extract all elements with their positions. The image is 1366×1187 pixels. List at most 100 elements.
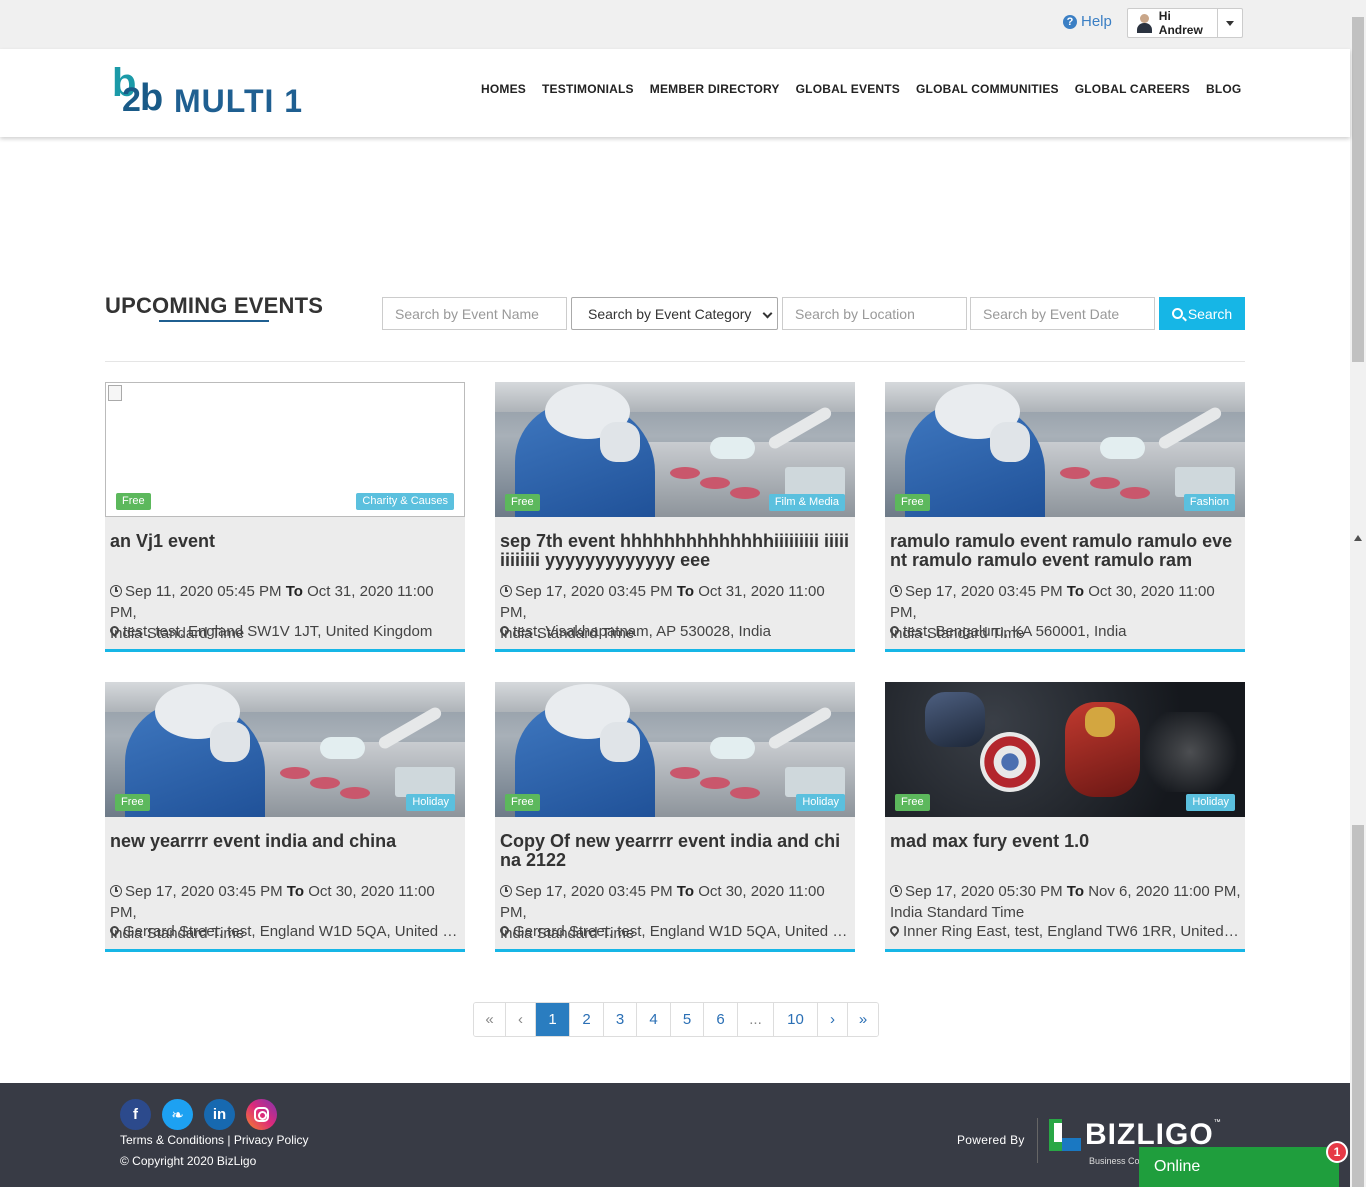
- scroll-thumb[interactable]: [1352, 17, 1364, 362]
- page-next-button[interactable]: ›: [818, 1003, 848, 1036]
- event-title[interactable]: Copy Of new yearrrr event india and chin…: [500, 832, 850, 870]
- page-5-button[interactable]: 5: [671, 1003, 704, 1036]
- event-card[interactable]: Free Holiday mad max fury event 1.0 Sep 17,…: [885, 682, 1245, 952]
- logo-text: MULTI 1: [174, 83, 304, 119]
- user-menu[interactable]: Hi Andrew: [1127, 8, 1243, 38]
- event-image[interactable]: Free Holiday: [105, 682, 465, 817]
- event-date-separator: To: [676, 583, 695, 600]
- terms-link[interactable]: Terms & Conditions: [120, 1133, 224, 1147]
- page-scrollbar[interactable]: [1350, 0, 1366, 1187]
- price-badge: Free: [115, 794, 150, 811]
- page-1-button[interactable]: 1: [536, 1003, 570, 1036]
- user-menu-toggle[interactable]: [1218, 20, 1242, 26]
- nav-global-events[interactable]: GLOBAL EVENTS: [788, 82, 908, 96]
- event-category-selected: Search by Event Category: [588, 305, 752, 322]
- footer-separator: [1037, 1118, 1038, 1163]
- nav-member-directory[interactable]: MEMBER DIRECTORY: [642, 82, 788, 96]
- facebook-icon[interactable]: f: [120, 1099, 151, 1130]
- event-location-text: test, test, England SW1V 1JT, United Kin…: [123, 623, 433, 640]
- event-image[interactable]: Free Holiday: [495, 682, 855, 817]
- event-start: Sep 17, 2020 03:45 PM: [515, 583, 673, 600]
- site-logo[interactable]: b2b MULTI 1: [112, 63, 303, 119]
- page-4-button[interactable]: 4: [637, 1003, 671, 1036]
- event-location-text: Gerrard Street, test, England W1D 5QA, U…: [513, 923, 852, 940]
- event-title[interactable]: new yearrrr event india and china: [110, 832, 460, 851]
- page-prev-button[interactable]: ‹: [506, 1003, 536, 1036]
- search-button[interactable]: Search: [1159, 297, 1245, 330]
- privacy-link[interactable]: Privacy Policy: [234, 1133, 309, 1147]
- user-menu-button[interactable]: Hi Andrew: [1128, 9, 1218, 37]
- category-badge: Holiday: [406, 794, 455, 811]
- page-3-button[interactable]: 3: [604, 1003, 637, 1036]
- site-header: b2b MULTI 1 HOMES TESTIMONIALS MEMBER DI…: [0, 49, 1350, 137]
- event-location: test, Visakhapatnam, AP 530028, India: [500, 623, 852, 641]
- page-2-button[interactable]: 2: [570, 1003, 604, 1036]
- event-title[interactable]: mad max fury event 1.0: [890, 832, 1240, 851]
- divider: [105, 361, 1245, 362]
- event-end: Nov 6, 2020 11:00 PM,: [1088, 883, 1241, 900]
- category-badge: Holiday: [1186, 794, 1235, 811]
- map-pin-icon: [890, 624, 901, 637]
- map-pin-icon: [890, 924, 901, 937]
- clock-icon: [500, 585, 512, 597]
- page-last-button[interactable]: »: [848, 1003, 878, 1036]
- event-timezone: India Standard Time: [890, 904, 1025, 921]
- nav-blog[interactable]: BLOG: [1198, 82, 1249, 96]
- notification-badge: 1: [1326, 1141, 1348, 1163]
- map-pin-icon: [500, 924, 511, 937]
- event-image[interactable]: Free Fashion: [885, 382, 1245, 517]
- page-first-button[interactable]: «: [474, 1003, 506, 1036]
- map-pin-icon: [110, 624, 121, 637]
- nav-global-careers[interactable]: GLOBAL CAREERS: [1067, 82, 1198, 96]
- powered-by-label: Powered By: [957, 1133, 1025, 1147]
- nav-global-communities[interactable]: GLOBAL COMMUNITIES: [908, 82, 1067, 96]
- event-image[interactable]: Free Holiday: [885, 682, 1245, 817]
- user-greeting: Hi Andrew: [1158, 9, 1203, 37]
- event-image[interactable]: Free Charity & Causes: [105, 382, 465, 517]
- price-badge: Free: [116, 493, 151, 510]
- event-card[interactable]: Free Holiday Copy Of new yearrrr event ind…: [495, 682, 855, 952]
- title-underline: [159, 320, 269, 322]
- map-pin-icon: [500, 624, 511, 637]
- twitter-icon[interactable]: ❧: [162, 1099, 193, 1130]
- event-location-text: test, Bengaluru, KA 560001, India: [903, 623, 1127, 640]
- event-title[interactable]: an Vj1 event: [110, 532, 460, 551]
- event-location: test, Bengaluru, KA 560001, India: [890, 623, 1242, 641]
- page-10-button[interactable]: 10: [774, 1003, 818, 1036]
- event-card[interactable]: Free Fashion ramulo ramulo event ramulo ra…: [885, 382, 1245, 652]
- category-badge: Holiday: [796, 794, 845, 811]
- event-title[interactable]: sep 7th event hhhhhhhhhhhhhhiiiiiiiii ii…: [500, 532, 850, 570]
- scroll-thumb-lower[interactable]: [1352, 825, 1364, 1187]
- page-6-button[interactable]: 6: [704, 1003, 738, 1036]
- category-badge: Charity & Causes: [356, 493, 454, 510]
- question-circle-icon: ?: [1063, 14, 1077, 29]
- event-image[interactable]: Free Film & Media: [495, 382, 855, 517]
- event-name-search-input[interactable]: [382, 297, 567, 330]
- chat-online-label: Online: [1154, 1158, 1201, 1175]
- event-date-separator: To: [1066, 583, 1085, 600]
- clock-icon: [890, 885, 902, 897]
- main-nav: HOMES TESTIMONIALS MEMBER DIRECTORY GLOB…: [473, 82, 1249, 96]
- chat-online-button[interactable]: Online: [1139, 1147, 1339, 1187]
- instagram-icon[interactable]: [246, 1099, 277, 1130]
- location-search-input[interactable]: [782, 297, 967, 330]
- event-start: Sep 11, 2020 05:45 PM: [125, 583, 282, 600]
- event-title[interactable]: ramulo ramulo event ramulo ramulo event …: [890, 532, 1240, 570]
- social-links: f ❧ in: [120, 1099, 277, 1130]
- event-card[interactable]: Free Charity & Causes an Vj1 event Sep 11, …: [105, 382, 465, 652]
- caret-down-icon: [1226, 20, 1234, 26]
- nav-testimonials[interactable]: TESTIMONIALS: [534, 82, 642, 96]
- event-card[interactable]: Free Film & Media sep 7th event hhhhhhhhhh…: [495, 382, 855, 652]
- event-card[interactable]: Free Holiday new yearrrr event india and c…: [105, 682, 465, 952]
- avatar: [1136, 13, 1153, 33]
- linkedin-icon[interactable]: in: [204, 1099, 235, 1130]
- nav-homes[interactable]: HOMES: [473, 82, 534, 96]
- event-location-text: Inner Ring East, test, England TW6 1RR, …: [903, 923, 1242, 940]
- event-date-separator: To: [286, 883, 305, 900]
- event-category-select[interactable]: Search by Event Category: [571, 297, 778, 330]
- scroll-up-arrow-icon[interactable]: [1354, 535, 1362, 541]
- clock-icon: [500, 885, 512, 897]
- help-link[interactable]: ? Help: [1063, 13, 1112, 30]
- event-date-search-input[interactable]: [970, 297, 1155, 330]
- event-location-text: test, Visakhapatnam, AP 530028, India: [513, 623, 771, 640]
